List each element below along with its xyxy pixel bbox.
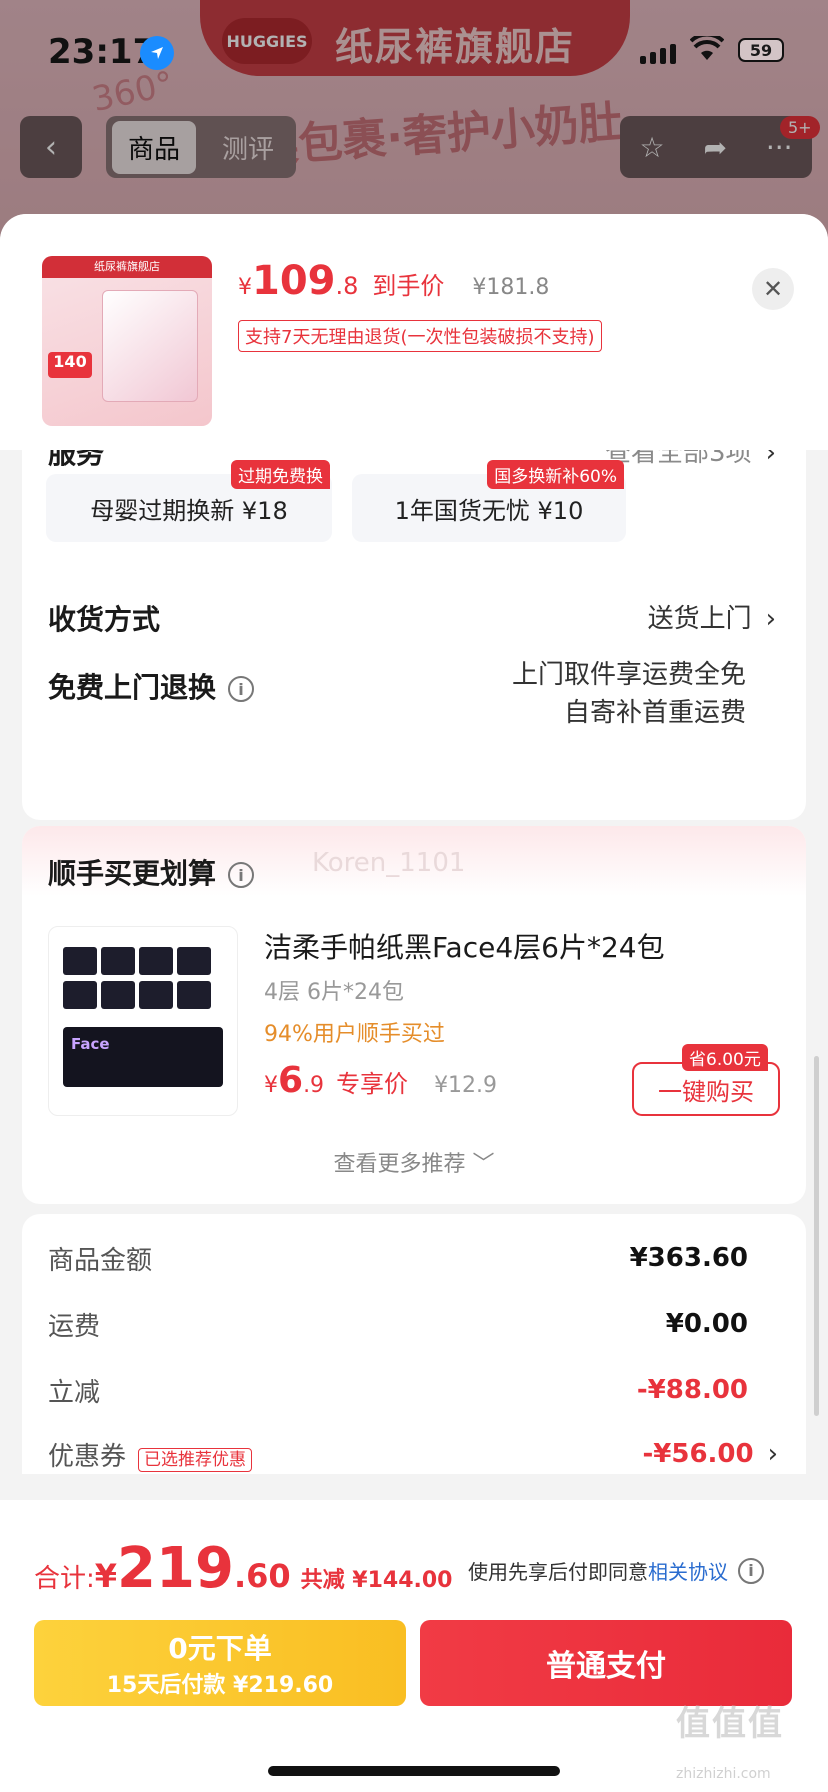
product-price: ¥ 109 .8 到手价 ¥181.8	[238, 258, 550, 304]
info-icon[interactable]: i	[228, 676, 255, 702]
addon-popularity: 94%用户顺手买过	[264, 1022, 445, 1047]
save-badge: 省6.00元	[682, 1044, 768, 1071]
summary-row-goods: 商品金额 ¥363.60	[48, 1243, 748, 1276]
product-header: 纸尿裤旗舰店 140 ¥ 109 .8 到手价 ¥181.8 支持7天无理由退货…	[0, 214, 828, 450]
pay-now-button[interactable]: 普通支付	[420, 1620, 792, 1706]
agreement-link[interactable]: 相关协议	[648, 1556, 728, 1585]
status-bar: 23:17 59	[0, 0, 828, 100]
site-watermark-url: zhizhizhi.com	[676, 1766, 771, 1782]
addon-thumbnail[interactable]: Face	[48, 926, 238, 1116]
see-more-recommendations[interactable]: 查看更多推荐 ﹀	[22, 1146, 806, 1178]
price-summary-card: 商品金额 ¥363.60 运费 ¥0.00 立减 -¥88.00 优惠券 已选推荐…	[22, 1214, 806, 1474]
summary-row-coupon[interactable]: 优惠券 已选推荐优惠 -¥56.00 ›	[48, 1434, 778, 1474]
addon-price: ¥ 6 .9 专享价 ¥12.9	[264, 1060, 498, 1101]
service-badge: 过期免费换	[231, 460, 330, 489]
service-badge: 国多换新补60%	[487, 460, 624, 489]
chevron-right-icon: ›	[765, 604, 776, 634]
wifi-icon	[689, 32, 725, 66]
product-thumbnail: 纸尿裤旗舰店 140	[42, 256, 212, 426]
close-button[interactable]: ✕	[752, 268, 794, 310]
checkout-bar: 合计: ¥ 219 .60 共减 ¥144.00 使用先享后付即同意 相关协议 …	[0, 1500, 828, 1792]
final-price-label: 到手价	[372, 272, 445, 300]
addon-product-name[interactable]: 洁柔手帕纸黑Face4层6片*24包	[264, 926, 665, 966]
pay-later-agreement: 使用先享后付即同意 相关协议 i	[468, 1556, 764, 1585]
original-price: ¥181.8	[472, 275, 550, 300]
info-icon[interactable]: i	[228, 862, 255, 888]
chevron-right-icon: ›	[767, 1439, 778, 1469]
delivery-title: 收货方式	[48, 603, 161, 636]
location-icon	[140, 36, 174, 70]
order-total: 合计: ¥ 219 .60 共减 ¥144.00	[34, 1536, 453, 1601]
services-card: 服务 查看全部3项 › 母婴过期换新 ¥18 过期免费换 1年国货无忧 ¥10 国…	[22, 430, 806, 820]
total-saved: 共减 ¥144.00	[300, 1568, 453, 1593]
close-icon: ✕	[762, 275, 784, 303]
delivery-method[interactable]: 送货上门 ›	[648, 598, 776, 635]
site-watermark: 值值值	[676, 1704, 784, 1744]
service-option-expiry[interactable]: 母婴过期换新 ¥18 过期免费换	[46, 460, 332, 542]
addon-title: 顺手买更划算 i	[48, 852, 255, 892]
coupon-tag: 已选推荐优惠	[138, 1447, 253, 1472]
refund-policy-tag: 支持7天无理由退货(一次性包装破损不支持)	[238, 320, 602, 352]
pay-later-button[interactable]: 0元下单 15天后付款 ¥219.60	[34, 1620, 406, 1706]
free-return-title: 免费上门退换 i	[48, 666, 255, 706]
user-watermark: Koren_1101	[312, 848, 466, 878]
home-indicator[interactable]	[268, 1766, 560, 1776]
scrollbar[interactable]	[814, 1056, 819, 1416]
battery-icon: 59	[738, 38, 784, 62]
summary-row-discount: 立减 -¥88.00	[48, 1375, 748, 1408]
addon-original-price: ¥12.9	[434, 1073, 498, 1098]
summary-row-shipping: 运费 ¥0.00	[48, 1309, 748, 1342]
addon-spec: 4层 6片*24包	[264, 980, 404, 1005]
signal-icon	[640, 44, 676, 64]
free-return-detail: 上门取件享运费全免 自寄补首重运费	[511, 660, 746, 728]
addon-card: Koren_1101 顺手买更划算 i Face 洁柔手帕纸黑Face4层6片*2…	[22, 826, 806, 1204]
info-icon[interactable]: i	[738, 1557, 764, 1584]
service-option-warranty[interactable]: 1年国货无忧 ¥10 国多换新补60%	[352, 460, 626, 542]
